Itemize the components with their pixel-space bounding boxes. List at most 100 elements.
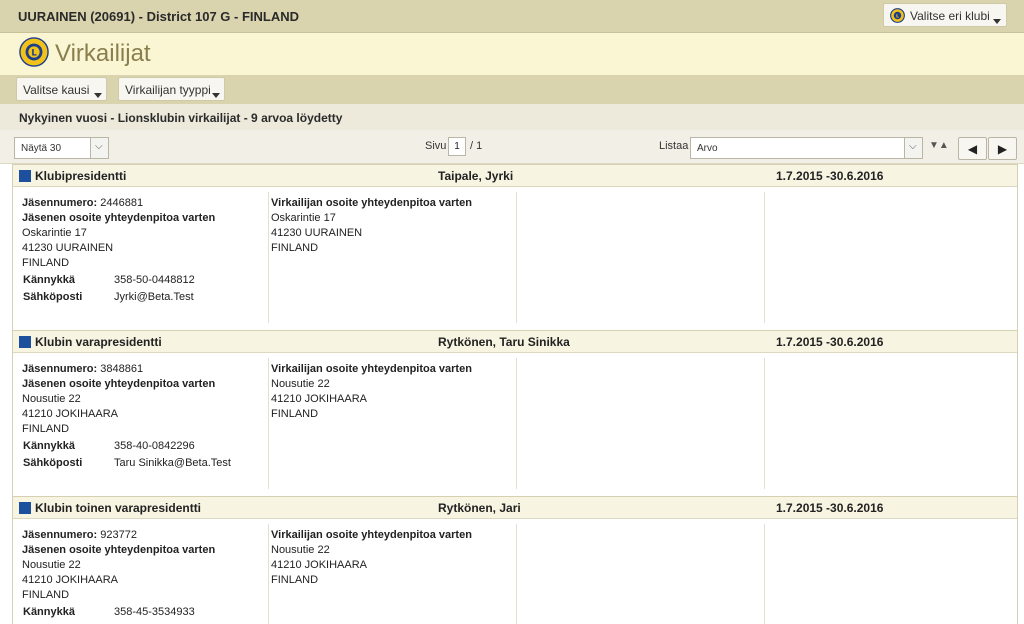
results-info-bar: Nykyinen vuosi - Lionsklubin virkailijat… (0, 104, 1024, 130)
empty-column (519, 192, 765, 323)
address-line: Oskarintie 17 (271, 212, 336, 224)
officer-card-header: Klubin varapresidentti Rytkönen, Taru Si… (13, 331, 1017, 353)
officer-square-icon (19, 170, 31, 182)
officer-address-label: Virkailijan osoite yhteydenpitoa varten (271, 363, 472, 375)
address-line: Nousutie 22 (271, 378, 330, 390)
club-header-bar: UURAINEN (20691) - District 107 G - FINL… (0, 0, 1024, 33)
member-info-column: Jäsennumero: 3848861 Jäsenen osoite yhte… (22, 358, 269, 489)
address-line: Oskarintie 17 (22, 227, 87, 239)
member-number-line: Jäsennumero: 2446881 (22, 197, 143, 209)
page-title: Virkailijat (55, 40, 151, 67)
address-line: FINLAND (22, 423, 70, 435)
select-season-dropdown[interactable]: Valitse kausi (16, 77, 107, 101)
officer-square-icon (19, 336, 31, 348)
page-label: Sivu (425, 140, 447, 152)
mobile-label: Kännykkä (23, 274, 75, 286)
sort-field-value: Arvo (697, 143, 718, 154)
officer-period: 1.7.2015 -30.6.2016 (776, 335, 884, 349)
sort-direction-icon[interactable]: ▼▲ (929, 140, 949, 151)
empty-column (519, 358, 765, 489)
officer-name: Rytkönen, Taru Sinikka (438, 335, 570, 349)
officer-name: Rytkönen, Jari (438, 501, 521, 515)
officer-address-label: Virkailijan osoite yhteydenpitoa varten (271, 529, 472, 541)
svg-text:L: L (31, 47, 37, 57)
officer-square-icon (19, 502, 31, 514)
officer-card: Klubin toinen varapresidentti Rytkönen, … (12, 496, 1018, 624)
officer-card-header: Klubin toinen varapresidentti Rytkönen, … (13, 497, 1017, 519)
address-line: Nousutie 22 (22, 559, 81, 571)
member-number-value: 2446881 (100, 197, 144, 209)
address-line: FINLAND (271, 574, 319, 586)
lions-logo-icon: L (19, 37, 49, 70)
officer-period: 1.7.2015 -30.6.2016 (776, 501, 884, 515)
address-line: FINLAND (271, 242, 319, 254)
member-number-value: 3848861 (100, 363, 144, 375)
svg-text:L: L (896, 14, 899, 20)
member-address-label: Jäsenen osoite yhteydenpitoa varten (22, 378, 216, 390)
club-title: UURAINEN (20691) - District 107 G - FINL… (18, 9, 299, 24)
officer-type-label: Virkailijan tyyppi (125, 83, 211, 97)
officer-address-column: Virkailijan osoite yhteydenpitoa varten … (271, 524, 517, 624)
member-info-column: Jäsennumero: 2446881 Jäsenen osoite yhte… (22, 192, 269, 323)
officer-card: Klubin varapresidentti Rytkönen, Taru Si… (12, 330, 1018, 497)
page-size-select[interactable]: Näytä 30 ⌵ (14, 137, 109, 159)
member-address-label: Jäsenen osoite yhteydenpitoa varten (22, 544, 216, 556)
chevron-down-icon (94, 87, 102, 101)
address-line: FINLAND (22, 589, 70, 601)
page-title-bar: L Virkailijat (0, 33, 1024, 75)
member-number-line: Jäsennumero: 3848861 (22, 363, 143, 375)
officer-type-dropdown[interactable]: Virkailijan tyyppi (118, 77, 225, 101)
mobile-value: 358-50-0448812 (114, 274, 195, 286)
mobile-label: Kännykkä (23, 440, 75, 452)
address-line: 41210 JOKIHAARA (22, 574, 118, 586)
address-line: 41210 JOKIHAARA (22, 408, 118, 420)
officer-role: Klubipresidentti (35, 169, 127, 183)
officer-address-label: Virkailijan osoite yhteydenpitoa varten (271, 197, 472, 209)
address-line: FINLAND (22, 257, 70, 269)
page-number-input[interactable]: 1 (448, 137, 466, 156)
officer-card: Klubipresidentti Taipale, Jyrki 1.7.2015… (12, 164, 1018, 331)
results-info-text: Nykyinen vuosi - Lionsklubin virkailijat… (19, 111, 343, 125)
officer-name: Taipale, Jyrki (438, 169, 514, 183)
member-number-value: 923772 (100, 529, 137, 541)
officer-card-header: Klubipresidentti Taipale, Jyrki 1.7.2015… (13, 165, 1017, 187)
sort-label: Listaa (659, 140, 689, 152)
address-line: Nousutie 22 (271, 544, 330, 556)
member-info-column: Jäsennumero: 923772 Jäsenen osoite yhtey… (22, 524, 269, 624)
member-address-label: Jäsenen osoite yhteydenpitoa varten (22, 212, 216, 224)
member-number-label: Jäsennumero: (22, 529, 98, 541)
officer-address-column: Virkailijan osoite yhteydenpitoa varten … (271, 192, 517, 323)
next-page-button[interactable]: ▶ (988, 137, 1017, 160)
select-season-label: Valitse kausi (23, 83, 90, 97)
choose-club-label: Valitse eri klubi (910, 9, 990, 23)
mobile-value: 358-45-3534933 (114, 606, 195, 618)
member-number-label: Jäsennumero: (22, 363, 98, 375)
officer-period: 1.7.2015 -30.6.2016 (776, 169, 884, 183)
address-line: 41210 JOKIHAARA (271, 559, 367, 571)
mobile-label: Kännykkä (23, 606, 75, 618)
email-value: Taru Sinikka@Beta.Test (114, 457, 231, 469)
mobile-value: 358-40-0842296 (114, 440, 195, 452)
chevron-down-icon: ⌵ (904, 138, 922, 158)
page-total: / 1 (470, 140, 483, 152)
prev-page-button[interactable]: ◀ (958, 137, 987, 160)
officer-address-column: Virkailijan osoite yhteydenpitoa varten … (271, 358, 517, 489)
email-label: Sähköposti (23, 291, 83, 303)
address-line: FINLAND (271, 408, 319, 420)
address-line: Nousutie 22 (22, 393, 81, 405)
email-value: Jyrki@Beta.Test (114, 291, 194, 303)
member-number-line: Jäsennumero: 923772 (22, 529, 137, 541)
officer-role: Klubin varapresidentti (35, 335, 162, 349)
filter-menu-bar: Valitse kausi Virkailijan tyyppi (0, 75, 1024, 104)
address-line: 41230 UURAINEN (22, 242, 114, 254)
page-size-value: Näytä 30 (21, 143, 62, 154)
choose-club-button[interactable]: L Valitse eri klubi (883, 3, 1007, 27)
sort-field-select[interactable]: Arvo ⌵ (690, 137, 923, 159)
lions-logo-icon: L (890, 8, 905, 26)
pagination-bar: Näytä 30 ⌵ Sivu 1 / 1 Listaa Arvo ⌵ ▼▲ ◀… (0, 130, 1024, 164)
empty-column (519, 524, 765, 624)
chevron-down-icon: ⌵ (90, 138, 108, 158)
chevron-down-icon (212, 87, 220, 101)
email-label: Sähköposti (23, 457, 83, 469)
address-line: 41230 UURAINEN (271, 227, 363, 239)
